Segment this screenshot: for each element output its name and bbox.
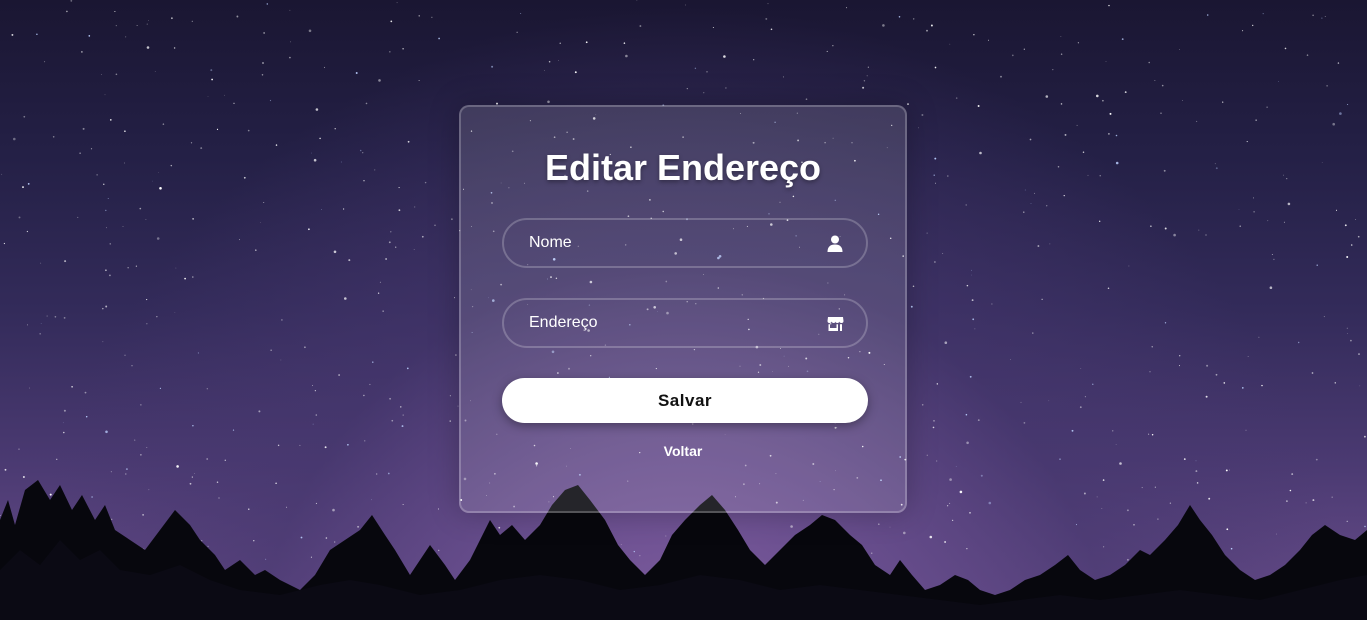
name-input[interactable] [504,220,866,266]
store-icon [826,314,844,332]
save-button[interactable]: Salvar [502,378,868,423]
address-input[interactable] [504,300,866,346]
edit-address-card: Editar Endereço Salvar Voltar [459,105,907,513]
user-icon [826,234,844,252]
name-field-container [502,218,868,268]
page-title: Editar Endereço [544,147,822,188]
back-link[interactable]: Voltar [461,443,905,459]
address-field-container [502,298,868,348]
night-sky-background: Editar Endereço Salvar Voltar [0,0,1367,620]
